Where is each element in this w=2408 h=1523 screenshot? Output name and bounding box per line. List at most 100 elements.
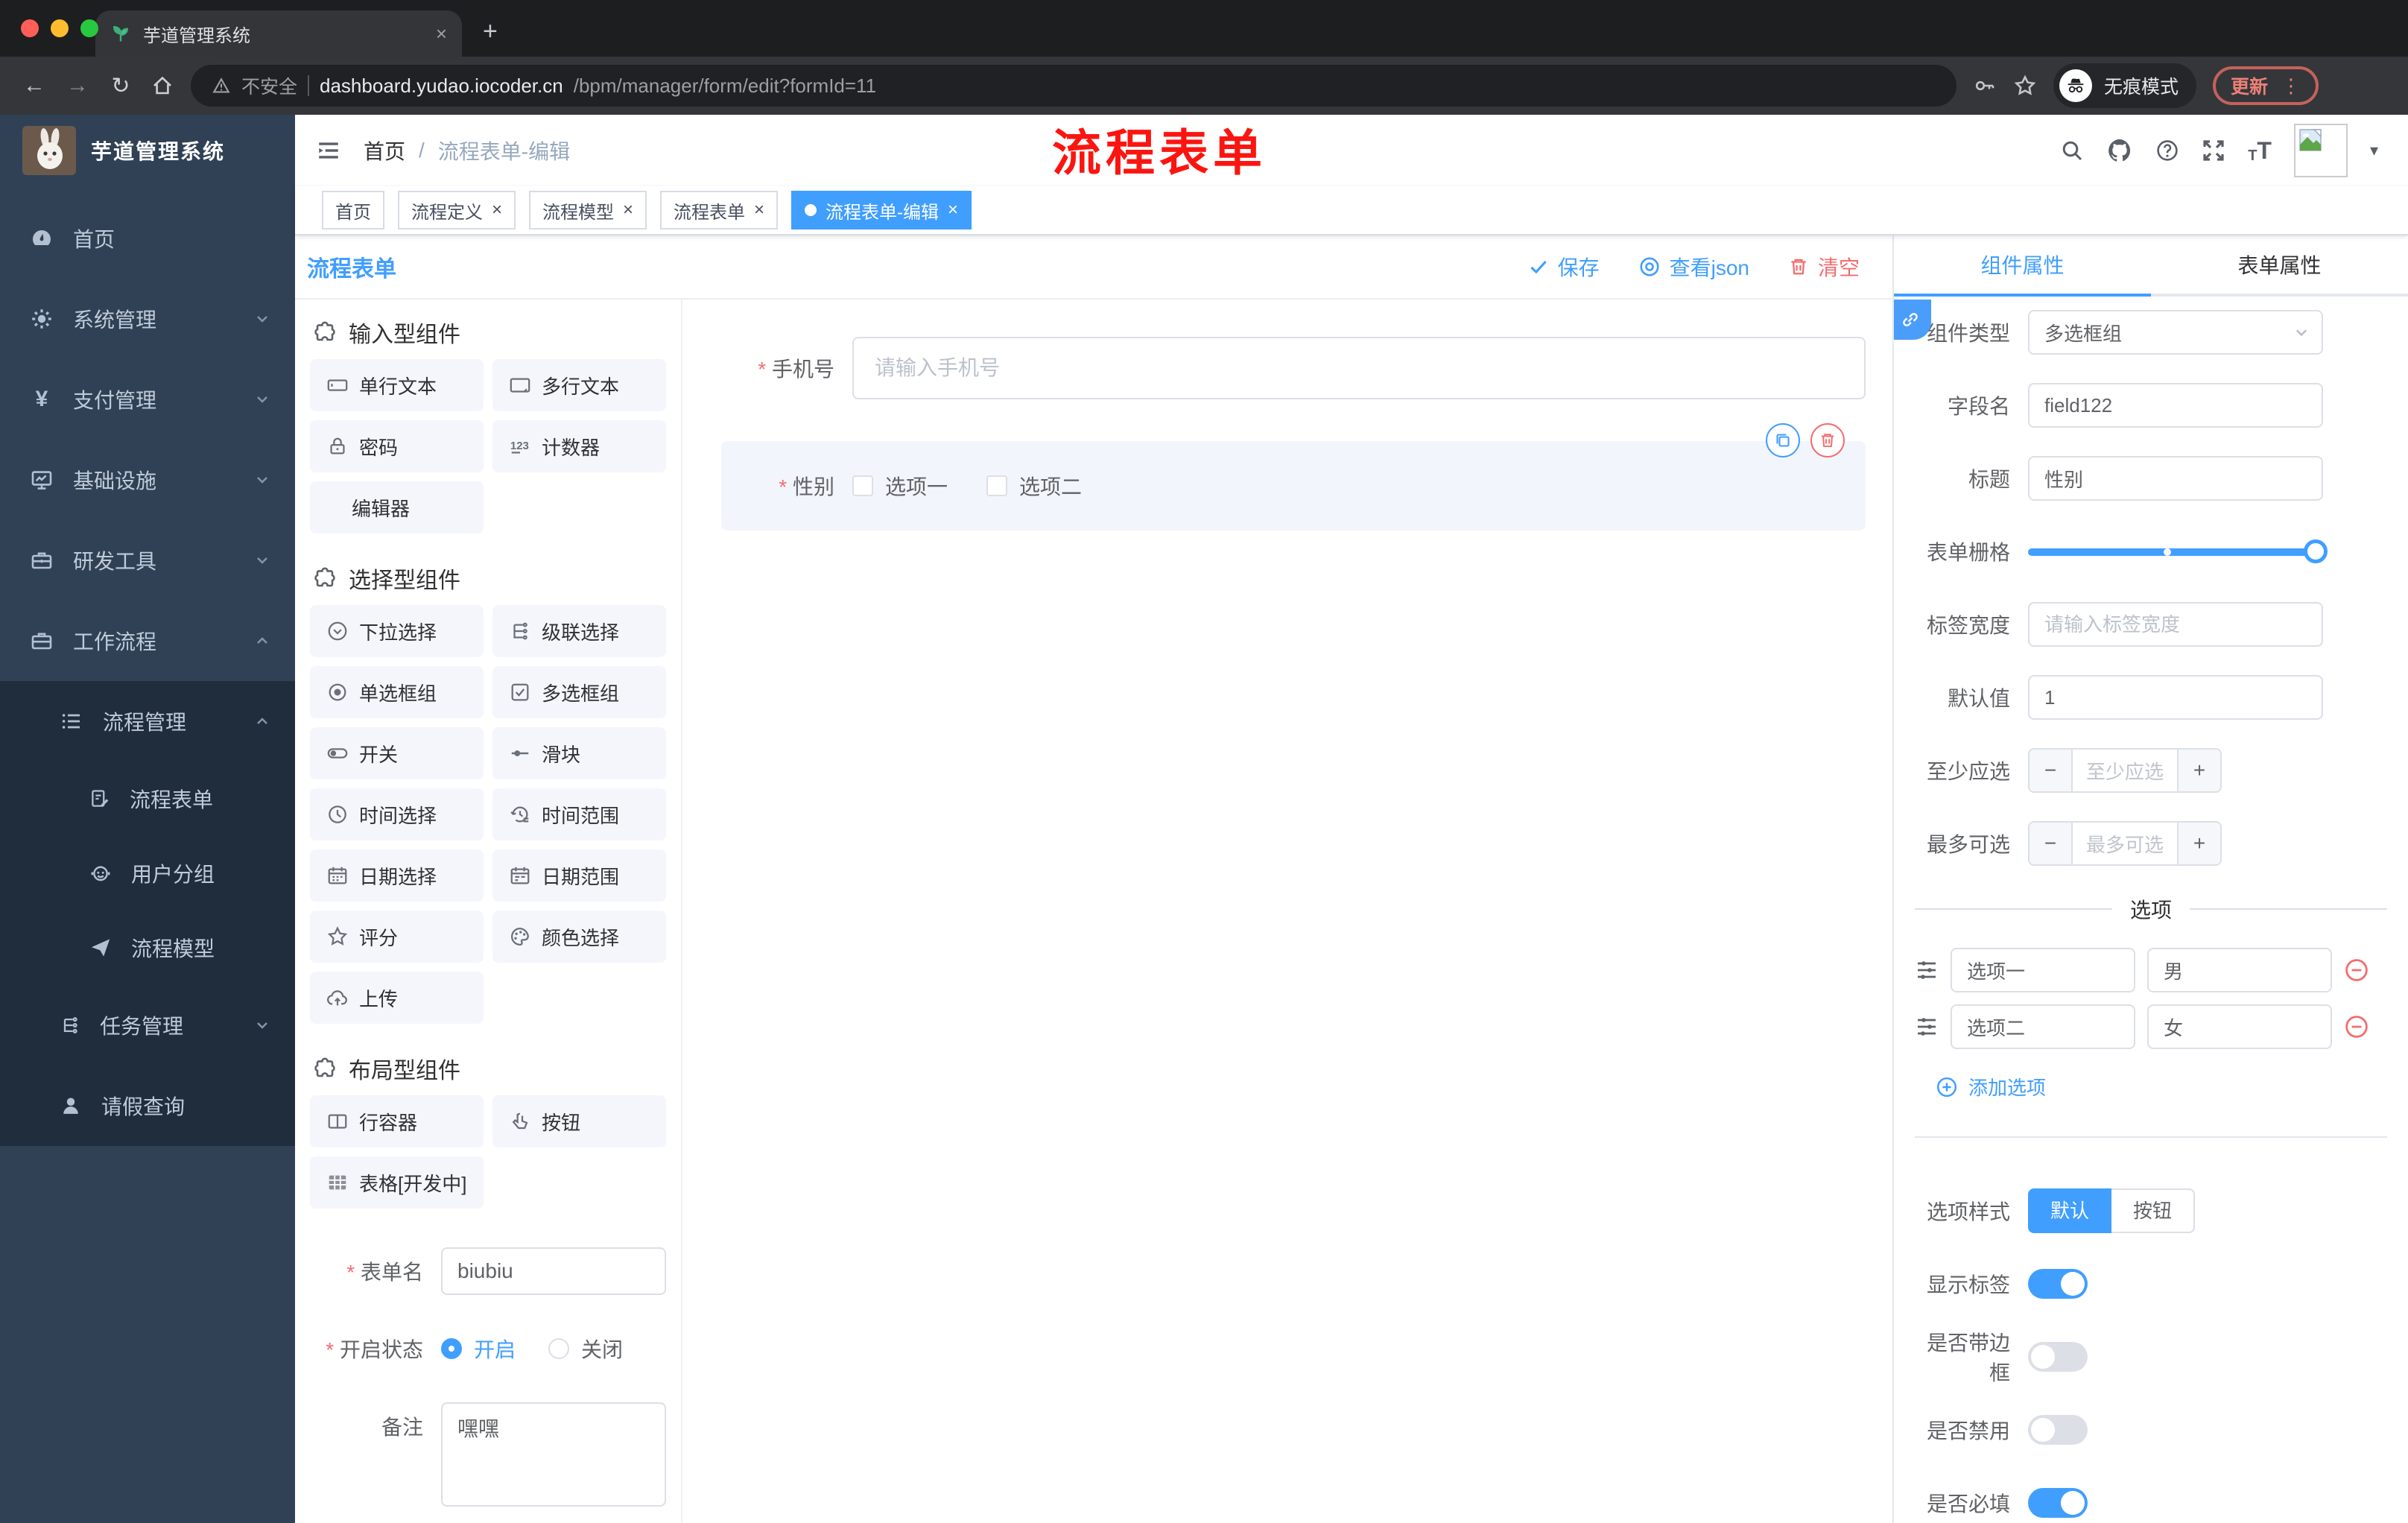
palette-item-cascader[interactable]: 级联选择 [492, 605, 666, 657]
bordered-toggle[interactable] [2028, 1342, 2088, 1372]
palette-item-radio-group[interactable]: 单选框组 [310, 666, 484, 718]
checkbox-icon[interactable] [986, 475, 1008, 496]
form-grid-slider[interactable] [2028, 539, 2328, 563]
avatar-caret-icon[interactable]: ▾ [2370, 141, 2378, 160]
tag-home[interactable]: 首页 [322, 191, 384, 229]
form-remark-textarea[interactable]: 嘿嘿 [441, 1402, 666, 1507]
new-tab-button[interactable]: + [483, 17, 498, 46]
palette-item-button[interactable]: 按钮 [492, 1095, 666, 1147]
sidebar-item-workflow[interactable]: 工作流程 [0, 601, 295, 681]
gender-option-1[interactable]: 选项一 [852, 471, 948, 501]
delete-component-button[interactable] [1810, 423, 1845, 457]
component-type-select[interactable]: 多选框组 [2028, 310, 2323, 355]
tab-close-icon[interactable]: × [436, 22, 447, 45]
url-bar[interactable]: 不安全 dashboard.yudao.iocoder.cn/bpm/manag… [191, 65, 1956, 107]
palette-item-time-range[interactable]: 时间范围 [492, 788, 666, 840]
palette-item-color-picker[interactable]: 颜色选择 [492, 911, 666, 963]
palette-item-single-line-text[interactable]: 单行文本 [310, 359, 484, 411]
clear-button[interactable]: 清空 [1788, 252, 1860, 282]
reload-icon[interactable]: ↻ [107, 73, 134, 99]
zoom-window-button[interactable] [80, 19, 98, 37]
palette-item-editor[interactable]: 编辑器 [310, 481, 484, 533]
checkbox-icon[interactable] [852, 475, 873, 496]
copy-component-button[interactable] [1766, 423, 1800, 457]
sidebar-item-process-form[interactable]: 流程表单 [0, 762, 295, 836]
sidebar-item-process-mgmt[interactable]: 流程管理 [0, 681, 295, 762]
palette-item-counter[interactable]: 123 计数器 [492, 420, 666, 472]
field-name-input[interactable] [2028, 383, 2323, 428]
save-button[interactable]: 保存 [1528, 252, 1600, 282]
palette-item-rate[interactable]: 评分 [310, 911, 484, 963]
close-icon[interactable]: × [948, 200, 958, 221]
view-json-button[interactable]: 查看json [1638, 252, 1749, 282]
gender-field-selected[interactable]: 性别 选项一 选项二 [721, 423, 1866, 531]
add-option-button[interactable]: 添加选项 [1936, 1073, 2408, 1101]
increase-button[interactable]: + [2177, 823, 2220, 864]
sidebar-item-system[interactable]: 系统管理 [0, 279, 295, 359]
font-size-icon[interactable]: TT [2248, 137, 2272, 165]
palette-item-time-picker[interactable]: 时间选择 [310, 788, 484, 840]
palette-item-textarea[interactable]: 多行文本 [492, 359, 666, 411]
close-window-button[interactable] [21, 19, 39, 37]
browser-menu-icon[interactable]: ⋮ [2281, 75, 2301, 98]
sidebar-item-task-mgmt[interactable]: 任务管理 [0, 985, 295, 1066]
palette-item-date-range[interactable]: 日期范围 [492, 849, 666, 902]
sidebar-item-user-group[interactable]: 用户分组 [0, 836, 295, 911]
tag-process-definition[interactable]: 流程定义 × [398, 191, 516, 229]
github-icon[interactable] [2106, 137, 2133, 164]
status-off-radio[interactable]: 关闭 [548, 1334, 623, 1364]
gender-option-2[interactable]: 选项二 [986, 471, 1082, 501]
sidebar-item-process-model[interactable]: 流程模型 [0, 911, 295, 985]
required-toggle[interactable] [2028, 1488, 2088, 1518]
tag-process-form-edit[interactable]: 流程表单-编辑 × [791, 191, 972, 229]
title-input[interactable] [2028, 456, 2323, 501]
close-icon[interactable]: × [492, 200, 502, 221]
tag-process-model[interactable]: 流程模型 × [529, 191, 647, 229]
close-icon[interactable]: × [623, 200, 633, 221]
collapse-sidebar-icon[interactable] [316, 138, 341, 163]
update-button[interactable]: 更新 ⋮ [2213, 66, 2319, 105]
style-default-button[interactable]: 默认 [2028, 1188, 2111, 1233]
palette-item-select[interactable]: 下拉选择 [310, 605, 484, 657]
max-select-value[interactable]: 最多可选 [2073, 823, 2177, 864]
sidebar-item-infra[interactable]: 基础设施 [0, 440, 295, 520]
tag-process-form[interactable]: 流程表单 × [660, 191, 779, 229]
breadcrumb-home[interactable]: 首页 [364, 136, 405, 165]
browser-tab[interactable]: 芋道管理系统 × [95, 10, 462, 57]
palette-item-password[interactable]: 密码 [310, 420, 484, 472]
tab-form-props[interactable]: 表单属性 [2151, 235, 2408, 297]
increase-button[interactable]: + [2177, 750, 2220, 791]
status-on-radio[interactable]: 开启 [441, 1334, 516, 1364]
palette-item-upload[interactable]: 上传 [310, 972, 484, 1024]
decrease-button[interactable]: − [2030, 750, 2073, 791]
form-name-input[interactable] [441, 1247, 666, 1295]
palette-item-date-picker[interactable]: 日期选择 [310, 849, 484, 902]
home-icon[interactable] [150, 74, 174, 98]
link-anchor-tab[interactable] [1894, 300, 1931, 340]
slider-thumb[interactable] [2304, 539, 2328, 563]
sidebar-item-home[interactable]: 首页 [0, 198, 295, 279]
disabled-toggle[interactable] [2028, 1415, 2088, 1445]
palette-item-checkbox-group[interactable]: 多选框组 [492, 666, 666, 718]
avatar[interactable] [2293, 124, 2348, 177]
option-label-input[interactable] [1951, 1004, 2135, 1049]
palette-item-row-container[interactable]: 行容器 [310, 1095, 484, 1147]
style-button-button[interactable]: 按钮 [2111, 1188, 2195, 1233]
search-icon[interactable] [2060, 139, 2084, 162]
show-label-toggle[interactable] [2028, 1269, 2088, 1299]
form-canvas[interactable]: 手机号 [682, 300, 1892, 1523]
option-value-input[interactable] [2147, 948, 2332, 992]
drag-handle-icon[interactable] [1915, 958, 1939, 982]
remove-option-button[interactable] [2344, 1014, 2369, 1039]
phone-field-row[interactable]: 手机号 [703, 337, 1866, 399]
sidebar-item-payment[interactable]: ¥ 支付管理 [0, 359, 295, 440]
label-width-input[interactable] [2028, 602, 2323, 647]
palette-item-table[interactable]: 表格[开发中] [310, 1156, 484, 1209]
option-label-input[interactable] [1951, 948, 2135, 992]
min-select-stepper[interactable]: − 至少应选 + [2028, 748, 2222, 793]
min-select-value[interactable]: 至少应选 [2073, 750, 2177, 791]
bookmark-star-icon[interactable] [2013, 74, 2037, 98]
drag-handle-icon[interactable] [1915, 1015, 1939, 1039]
option-value-input[interactable] [2147, 1004, 2332, 1049]
palette-item-switch[interactable]: 开关 [310, 727, 484, 779]
